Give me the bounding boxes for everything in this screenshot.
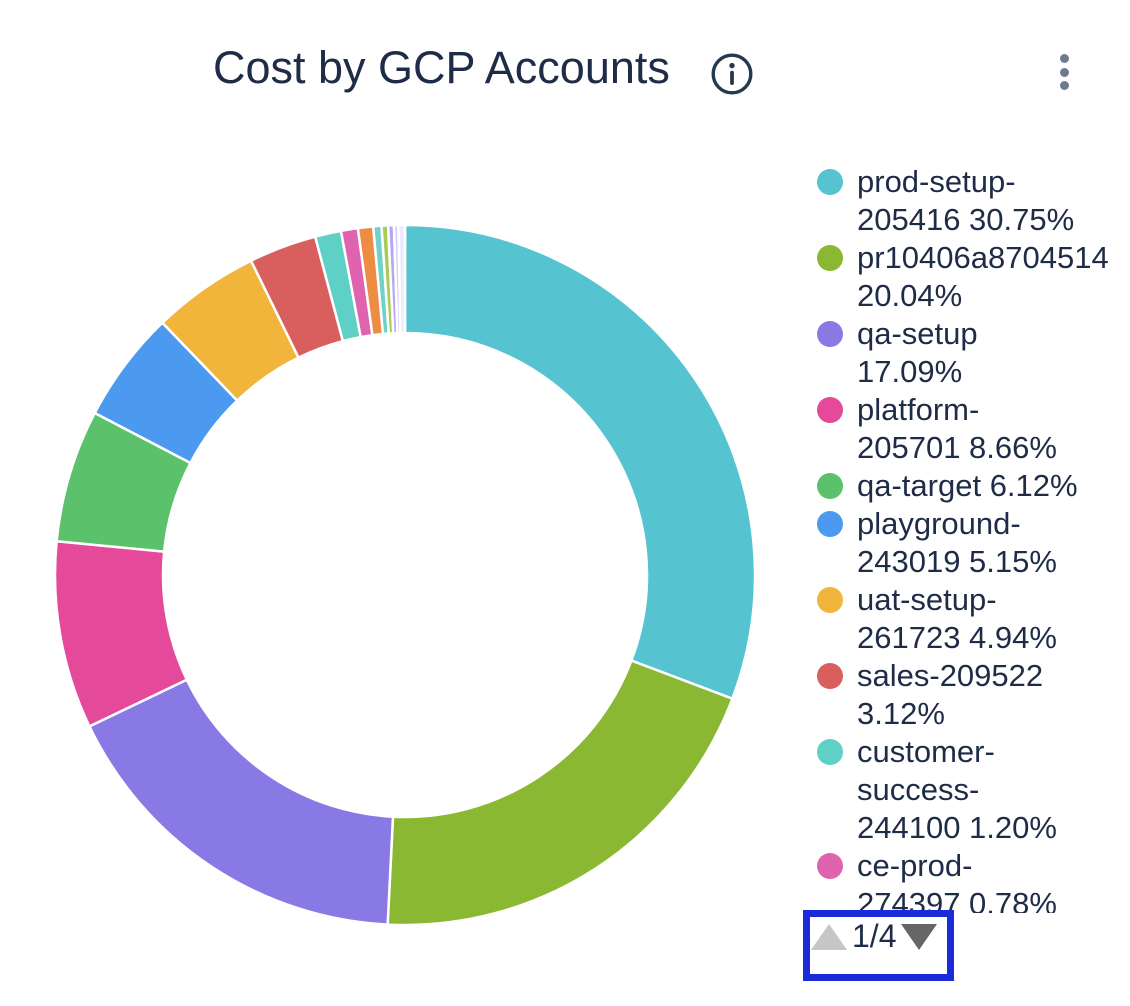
legend-swatch: [817, 473, 843, 499]
cost-by-gcp-accounts-widget: Cost by GCP Accounts prod-setup-205416 3…: [0, 0, 1130, 1006]
legend-item[interactable]: prod-setup-205416 30.75%: [817, 163, 1130, 239]
legend-item[interactable]: qa-setup17.09%: [817, 315, 1130, 391]
legend-item[interactable]: pr10406a870451420.04%: [817, 239, 1130, 315]
legend-label: customer-success-244100 1.20%: [857, 733, 1057, 847]
legend-label: uat-setup-261723 4.94%: [857, 581, 1057, 657]
kebab-dot: [1060, 81, 1069, 90]
kebab-menu-icon[interactable]: [1056, 50, 1073, 94]
legend-item[interactable]: platform-205701 8.66%: [817, 391, 1130, 467]
kebab-dot: [1060, 68, 1069, 77]
legend-item[interactable]: sales-2095223.12%: [817, 657, 1130, 733]
legend-swatch: [817, 663, 843, 689]
legend-item[interactable]: customer-success-244100 1.20%: [817, 733, 1130, 847]
legend-swatch: [817, 397, 843, 423]
donut-slice[interactable]: [388, 661, 733, 925]
legend-label: qa-setup17.09%: [857, 315, 978, 391]
donut-slice[interactable]: [405, 225, 755, 699]
legend-swatch: [817, 245, 843, 271]
donut-slice[interactable]: [89, 680, 393, 925]
legend-swatch: [817, 739, 843, 765]
legend-swatch: [817, 169, 843, 195]
legend-label: ce-prod-274397 0.78%: [857, 847, 1057, 913]
legend-label: pr10406a870451420.04%: [857, 239, 1109, 315]
legend-item[interactable]: playground-243019 5.15%: [817, 505, 1130, 581]
legend-label: platform-205701 8.66%: [857, 391, 1057, 467]
pager-page-indicator: 1/4: [852, 920, 896, 954]
legend-label: playground-243019 5.15%: [857, 505, 1057, 581]
kebab-dot: [1060, 54, 1069, 63]
legend-label: sales-2095223.12%: [857, 657, 1043, 733]
legend-pager: 1/4: [811, 920, 937, 954]
donut-svg: [45, 215, 765, 935]
info-icon[interactable]: [709, 51, 755, 97]
pager-down-icon[interactable]: [901, 924, 937, 950]
legend-swatch: [817, 321, 843, 347]
chart-title: Cost by GCP Accounts: [213, 42, 670, 94]
donut-slice[interactable]: [398, 225, 405, 333]
legend-item[interactable]: qa-target 6.12%: [817, 467, 1130, 505]
donut-chart[interactable]: [45, 215, 765, 935]
legend-label: prod-setup-205416 30.75%: [857, 163, 1074, 239]
chart-legend: prod-setup-205416 30.75%pr10406a87045142…: [817, 163, 1130, 913]
legend-item[interactable]: uat-setup-261723 4.94%: [817, 581, 1130, 657]
legend-swatch: [817, 511, 843, 537]
pager-up-icon[interactable]: [811, 924, 847, 950]
legend-pagination-highlight-box: 1/4: [803, 910, 954, 981]
legend-swatch: [817, 853, 843, 879]
legend-item[interactable]: ce-prod-274397 0.78%: [817, 847, 1130, 913]
legend-label: qa-target 6.12%: [857, 467, 1078, 505]
legend-swatch: [817, 587, 843, 613]
